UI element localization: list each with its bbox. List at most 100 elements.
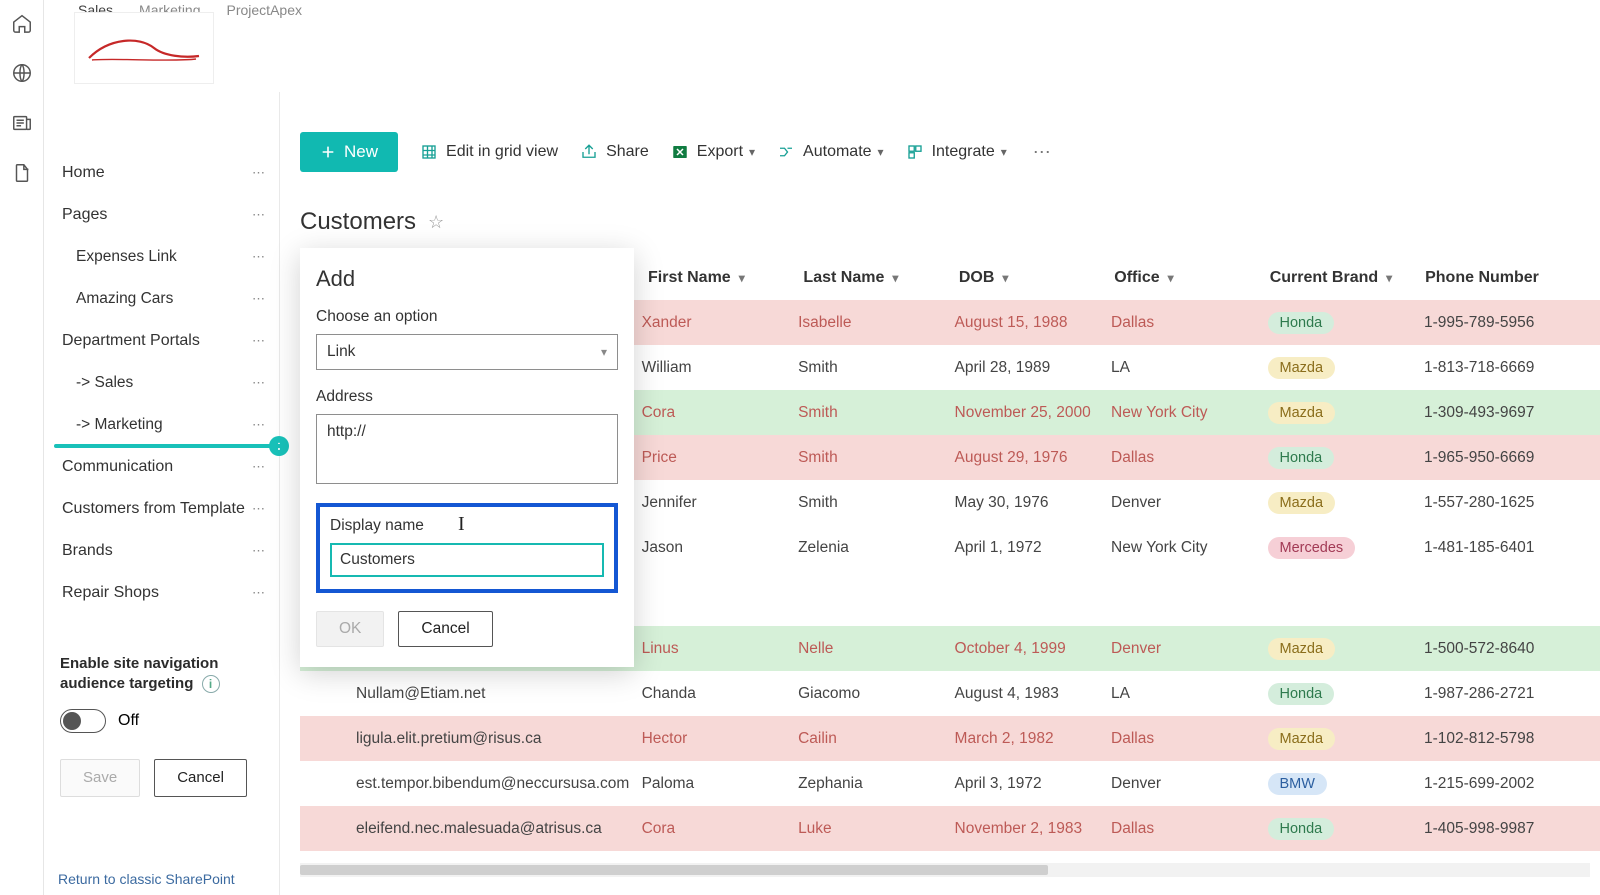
option-dropdown[interactable]: Link ▾ [316, 334, 618, 370]
excel-icon [671, 143, 689, 161]
return-classic-link[interactable]: Return to classic SharePoint [58, 871, 235, 887]
dialog-cancel-button[interactable]: Cancel [398, 611, 492, 647]
more-commands-button[interactable]: ⋯ [1029, 142, 1057, 163]
export-button[interactable]: Export ▾ [671, 143, 755, 161]
cell-brand: Mazda [1268, 638, 1424, 660]
address-input[interactable] [316, 414, 618, 484]
table-row[interactable]: Nullam@Etiam.netChandaGiacomoAugust 4, 1… [300, 671, 1600, 716]
display-name-input[interactable] [330, 543, 604, 577]
audience-toggle[interactable] [60, 709, 106, 733]
sidebar-item-label: -> Sales [76, 374, 133, 392]
brand-pill: Mazda [1268, 728, 1336, 750]
chevron-down-icon: ▾ [601, 345, 607, 359]
file-icon[interactable] [11, 162, 33, 184]
horizontal-scrollbar[interactable] [300, 863, 1590, 877]
sidebar-item[interactable]: Department Portals⋯ [44, 320, 279, 362]
site-logo[interactable] [74, 12, 214, 84]
sidebar-item-label: Pages [62, 206, 107, 224]
sidebar-item-label: Customers from Template [62, 500, 245, 518]
col-brand[interactable]: Current Brand▾ [1270, 269, 1425, 287]
sidebar-item-actions[interactable]: ⋯ [252, 417, 267, 433]
sidebar-item-actions[interactable]: ⋯ [252, 501, 267, 517]
sidebar-item-actions[interactable]: ⋯ [252, 333, 267, 349]
chevron-down-icon: ▾ [878, 145, 884, 159]
chevron-down-icon: ▾ [1168, 271, 1174, 285]
globe-icon[interactable] [11, 62, 33, 84]
integrate-button[interactable]: Integrate ▾ [906, 143, 1007, 161]
text-cursor-icon [458, 513, 460, 535]
sidebar-item[interactable]: Brands⋯ [44, 530, 279, 572]
cell-dob: November 2, 1983 [955, 820, 1111, 838]
sidebar-item[interactable]: Customers from Template ⋯ [44, 488, 279, 530]
cell-last-name: Isabelle [798, 314, 954, 332]
grid-icon [420, 143, 438, 161]
sidebar-item-actions[interactable]: ⋯ [252, 291, 267, 307]
tab-projectapex[interactable]: ProjectApex [227, 2, 302, 18]
cell-dob: August 4, 1983 [955, 685, 1111, 703]
cell-office: New York City [1111, 539, 1267, 557]
sidebar-item[interactable]: -> Marketing ⋯ [44, 404, 279, 446]
cell-phone: 1-481-185-6401 [1424, 539, 1600, 557]
chevron-down-icon: ▾ [1001, 145, 1007, 159]
cell-first-name: Jason [642, 539, 798, 557]
sidebar-item-actions[interactable]: ⋯ [252, 459, 267, 475]
brand-pill: Mazda [1268, 638, 1336, 660]
news-icon[interactable] [11, 112, 33, 134]
cell-phone: 1-965-950-6669 [1424, 449, 1600, 467]
sidebar-item-actions[interactable]: ⋯ [252, 585, 267, 601]
cell-office: Dallas [1111, 820, 1267, 838]
col-first-name[interactable]: First Name▾ [648, 269, 803, 287]
cell-phone: 1-309-493-9697 [1424, 404, 1600, 422]
sidebar-item[interactable]: Repair Shops⋯ [44, 572, 279, 614]
cell-first-name: Linus [642, 640, 798, 658]
edit-in-grid-button[interactable]: Edit in grid view [420, 143, 558, 161]
col-phone[interactable]: Phone Number [1425, 269, 1600, 287]
cell-phone: 1-813-718-6669 [1424, 359, 1600, 377]
cell-last-name: Luke [798, 820, 954, 838]
sidebar-item-actions[interactable]: ⋯ [252, 207, 267, 223]
cell-first-name: Chanda [642, 685, 798, 703]
share-button[interactable]: Share [580, 143, 649, 161]
automate-button[interactable]: Automate ▾ [777, 143, 884, 161]
nav-cancel-button[interactable]: Cancel [154, 759, 247, 797]
table-row[interactable]: est.tempor.bibendum@neccursusa.comPaloma… [300, 761, 1600, 806]
table-row[interactable]: ligula.elit.pretium@risus.caHectorCailin… [300, 716, 1600, 761]
brand-pill: Mazda [1268, 492, 1336, 514]
nav-list: Home⋯Pages⋯Expenses Link⋯Amazing Cars⋯De… [44, 152, 279, 614]
sidebar-item[interactable]: Home⋯ [44, 152, 279, 194]
sidebar-item[interactable]: Communication⋯ [44, 446, 279, 488]
sidebar-item[interactable]: Amazing Cars ⋯ [44, 278, 279, 320]
cell-first-name: Hector [642, 730, 798, 748]
table-row[interactable]: eleifend.nec.malesuada@atrisus.caCoraLuk… [300, 806, 1600, 851]
sidebar-item-actions[interactable]: ⋯ [252, 375, 267, 391]
favorite-star-icon[interactable]: ☆ [428, 212, 444, 233]
cell-brand: Mazda [1268, 728, 1424, 750]
cell-office: New York City [1111, 404, 1267, 422]
sidebar-item[interactable]: Pages ⋯ [44, 194, 279, 236]
cell-brand: Honda [1268, 683, 1424, 705]
col-last-name[interactable]: Last Name▾ [803, 269, 958, 287]
address-label: Address [316, 388, 618, 406]
sidebar-item-actions[interactable]: ⋯ [252, 249, 267, 265]
info-icon[interactable]: i [202, 675, 220, 693]
cell-brand: Mercedes [1268, 537, 1424, 559]
col-office[interactable]: Office▾ [1114, 269, 1269, 287]
brand-pill: Honda [1268, 818, 1335, 840]
sidebar-item-label: -> Marketing [76, 416, 163, 434]
sidebar-item[interactable]: -> Sales ⋯ [44, 362, 279, 404]
new-button[interactable]: New [300, 132, 398, 172]
cell-brand: Mazda [1268, 357, 1424, 379]
cell-office: LA [1111, 685, 1267, 703]
brand-pill: BMW [1268, 773, 1327, 795]
cell-first-name: Cora [642, 404, 798, 422]
sidebar-item-actions[interactable]: ⋯ [252, 165, 267, 181]
audience-targeting-label: Enable site navigation audience targetin… [60, 654, 263, 695]
add-nav-item-button[interactable]: + [269, 436, 289, 456]
sidebar-item-label: Amazing Cars [76, 290, 173, 308]
cell-email: Nullam@Etiam.net [356, 685, 642, 703]
cell-dob: May 30, 1976 [955, 494, 1111, 512]
sidebar-item-actions[interactable]: ⋯ [252, 543, 267, 559]
col-dob[interactable]: DOB▾ [959, 269, 1114, 287]
home-icon[interactable] [11, 12, 33, 34]
sidebar-item[interactable]: Expenses Link⋯ [44, 236, 279, 278]
